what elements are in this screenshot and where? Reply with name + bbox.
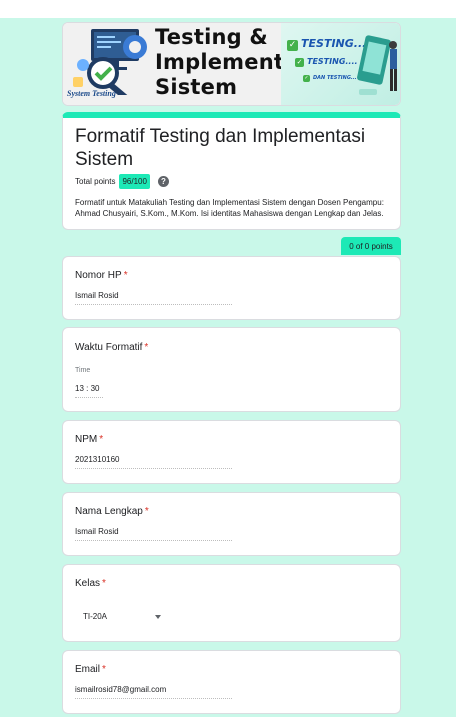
time-sub-label: Time [75,367,91,374]
check-icon: ✓ [287,40,298,51]
check-icon: ✓ [303,75,310,82]
question-label-text: Kelas [75,578,101,589]
form-header-card: Formatif Testing dan Implementasi Sistem… [62,112,401,230]
form-description: Formatif untuk Matakuliah Testing dan Im… [75,198,384,218]
answer-text[interactable]: 2021310160 [75,455,232,469]
question-label: NPM * [75,434,103,445]
time-hour[interactable]: 13 [75,384,84,393]
total-points-label: Total points [75,177,116,186]
banner-title-line-3: Sistem [155,75,238,99]
banner-title: Testing & Implementasi Sistem [155,25,319,100]
time-minute[interactable]: 30 [91,384,100,393]
kelas-dropdown[interactable]: TI-20A [83,612,161,621]
question-label: Nama Lengkap * [75,506,149,517]
question-label-text: NPM [75,434,98,445]
question-label-text: Waktu Formatif [75,342,143,353]
time-input[interactable]: 13 : 30 [75,384,103,398]
question-kelas: Kelas * TI-20A [62,564,401,642]
section-points-badge: 0 of 0 points [341,237,401,255]
banner-badge-3-text: DAN TESTING... [313,75,357,81]
form-title: Formatif Testing dan Implementasi Sistem [75,126,366,170]
help-icon[interactable]: ? [157,176,169,187]
answer-text[interactable]: Ismail Rosid [75,291,232,305]
dropdown-arrow-icon [155,614,161,619]
check-icon: ✓ [295,58,304,67]
banner-title-line-2: Implementasi [155,50,319,74]
question-label: Email * [75,664,106,675]
question-nama-lengkap: Nama Lengkap * Ismail Rosid [62,492,401,556]
total-points-row: Total points 96/100 ? [75,174,169,189]
question-label: Kelas * [75,578,106,589]
required-asterisk: * [123,270,128,281]
required-asterisk: * [102,664,106,675]
question-label: Nomor HP * [75,270,128,281]
required-asterisk: * [102,578,106,589]
top-strip [0,0,456,18]
question-label-text: Nomor HP [75,270,122,281]
banner-badge-2: ✓ TESTING.... [295,57,358,67]
banner-badge-2-text: TESTING.... [307,57,358,66]
required-asterisk: * [99,434,104,445]
question-waktu-formatif: Waktu Formatif * Time 13 : 30 [62,327,401,412]
form-banner: Testing & Implementasi Sistem System Tes… [62,22,401,106]
banner-badge-3: ✓ DAN TESTING... [303,75,357,82]
total-points-badge: 96/100 [119,174,150,189]
question-label-text: Email [75,664,101,675]
answer-text[interactable]: Ismail Rosid [75,527,232,541]
banner-subtitle: System Testing [67,89,116,98]
banner-right-art: ✓ TESTING... ✓ TESTING.... ✓ DAN TESTING... [281,23,400,105]
question-npm: NPM * 2021310160 [62,420,401,484]
dropdown-selected-value: TI-20A [83,612,108,621]
monitor-magnifier-icon [73,29,147,95]
banner-title-line-1: Testing & [155,25,268,49]
banner-left-art: Testing & Implementasi Sistem System Tes… [63,23,318,105]
required-asterisk: * [144,342,149,353]
tablet-person-icon [357,35,397,95]
answer-text[interactable]: ismailrosid78@gmail.com [75,685,232,699]
banner-badge-1: ✓ TESTING... [287,37,366,51]
time-separator: : [86,384,89,393]
question-label: Waktu Formatif * [75,342,148,353]
question-nomor-hp: Nomor HP * Ismail Rosid [62,256,401,320]
question-email: Email * ismailrosid78@gmail.com [62,650,401,714]
required-asterisk: * [144,506,149,517]
question-label-text: Nama Lengkap [75,506,143,517]
